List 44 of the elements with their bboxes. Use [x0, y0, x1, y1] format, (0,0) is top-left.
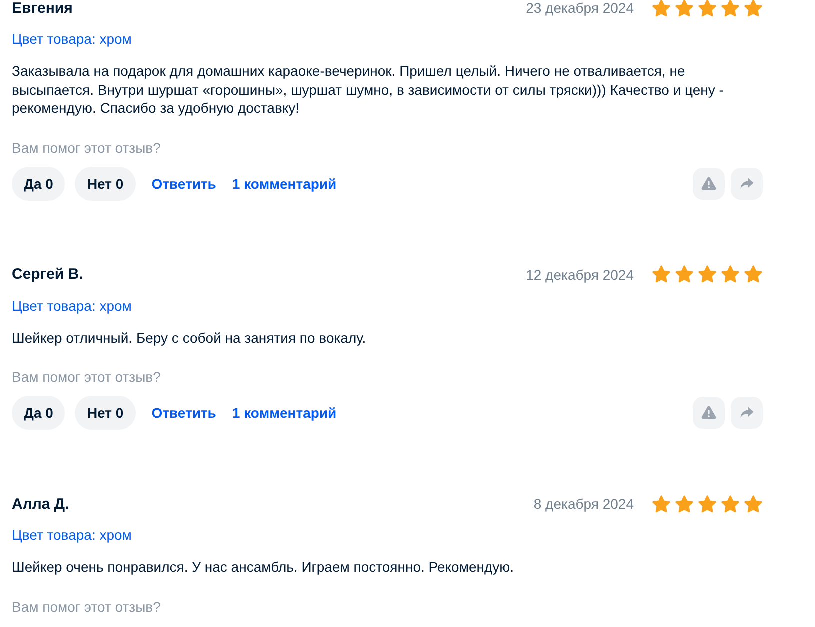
star-icon: [744, 494, 763, 514]
yes-button[interactable]: Да 0: [12, 166, 66, 200]
star-icon: [698, 494, 717, 514]
star-icon: [721, 265, 740, 284]
star-icon: [652, 265, 671, 284]
variant-label: Цвет товара: хром: [12, 527, 133, 543]
review-text: Заказывала на подарок для домашних караоке-вечеринок. Пришел целый. Ничего не отваливается, не высыпается. Внутри шуршат «горошины», шуршат шумно, в зависимости от силы тряски))) Качество и цену - рекомендую. Спасибо за удобную доставку!: [12, 62, 725, 118]
star-icon: [744, 265, 763, 284]
helpful-prompt: Вам помог этот отзыв?: [12, 598, 162, 614]
report-button[interactable]: [693, 397, 725, 429]
reply-link[interactable]: Ответить: [146, 176, 226, 192]
star-icon: [698, 0, 717, 18]
star-icon: [652, 494, 671, 514]
review-text: Шейкер очень понравился. У нас ансамбль. Играем постоянно. Рекомендую.: [12, 558, 516, 576]
share-button[interactable]: [731, 168, 763, 200]
share-button[interactable]: [731, 397, 763, 429]
star-icon: [744, 0, 763, 18]
review-date: 23 декабря 2024: [526, 0, 634, 16]
star-icon: [721, 0, 740, 18]
star-icon: [721, 494, 740, 514]
yes-button[interactable]: Да 0: [12, 396, 66, 430]
helpful-prompt: Вам помог этот отзыв?: [12, 140, 162, 156]
warning-icon: [700, 404, 718, 422]
star-icon: [698, 265, 717, 284]
review-date: 12 декабря 2024: [526, 266, 634, 282]
star-icon: [675, 265, 694, 284]
warning-icon: [700, 174, 718, 192]
author-name: Алла Д.: [12, 496, 70, 512]
author-name: Евгения: [12, 0, 74, 16]
star-icon: [675, 494, 694, 514]
variant-label: Цвет товара: хром: [12, 298, 133, 314]
review-text: Шейкер отличный. Беру с собой на занятия по вокалу.: [12, 328, 368, 347]
star-icon: [675, 0, 694, 18]
reply-link[interactable]: Ответить: [146, 405, 226, 421]
variant-label: Цвет товара: хром: [12, 31, 133, 47]
no-button[interactable]: Нет 0: [75, 396, 136, 430]
helpful-prompt: Вам помог этот отзыв?: [12, 369, 162, 385]
comments-link[interactable]: 1 комментарий: [226, 405, 347, 421]
no-button[interactable]: Нет 0: [75, 166, 136, 200]
report-button[interactable]: [693, 168, 725, 200]
star-icon: [652, 0, 671, 18]
comments-link[interactable]: 1 комментарий: [226, 176, 347, 192]
author-name: Сергей В.: [12, 266, 84, 283]
review-date: 8 декабря 2024: [534, 496, 634, 512]
